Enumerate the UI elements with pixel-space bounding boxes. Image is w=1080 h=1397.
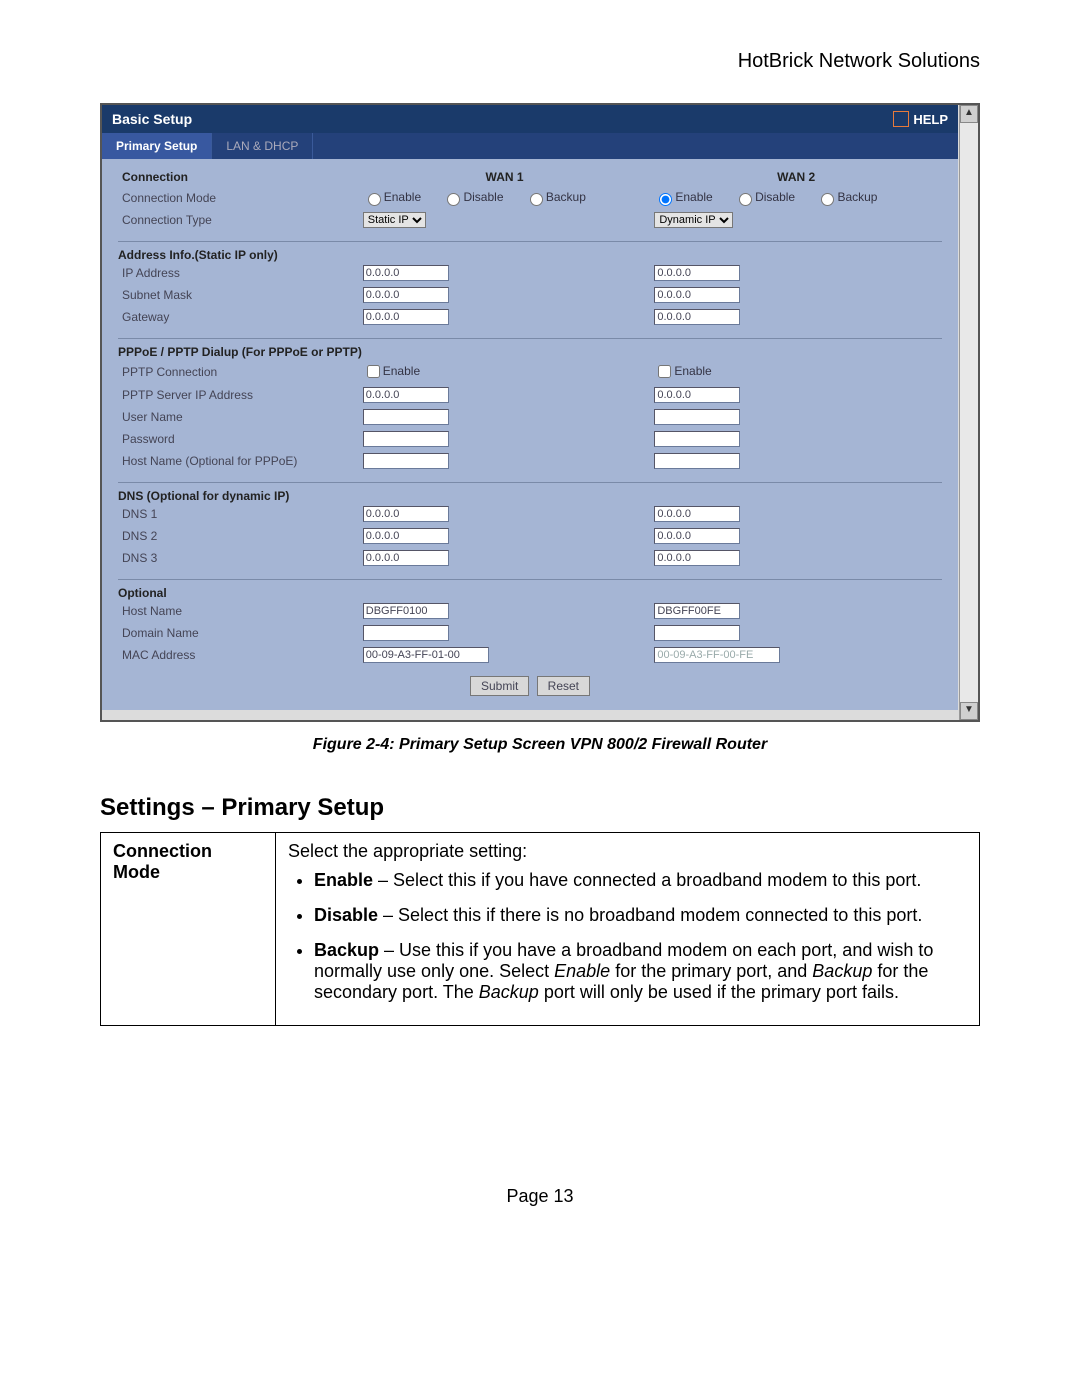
wan1-subnet-input[interactable] [363, 287, 449, 303]
label-pptp-conn: PPTP Connection [118, 359, 359, 384]
wan2-dns2-input[interactable] [654, 528, 740, 544]
wan2-dns1-input[interactable] [654, 506, 740, 522]
label-hostopt: Host Name (Optional for PPPoE) [118, 450, 359, 472]
settings-key: Connection Mode [101, 833, 276, 1026]
wan2-pass-input[interactable] [654, 431, 740, 447]
list-item: Disable – Select this if there is no bro… [314, 905, 967, 926]
label-ip-address: IP Address [118, 262, 359, 284]
wan2-ip-input[interactable] [654, 265, 740, 281]
wan1-user-input[interactable] [363, 409, 449, 425]
wan2-domain-input[interactable] [654, 625, 740, 641]
wan1-pptp-enable-checkbox[interactable]: Enable [363, 364, 420, 378]
label-gateway: Gateway [118, 306, 359, 328]
wan1-disable-radio[interactable]: Disable [442, 190, 503, 204]
wan1-enable-radio[interactable]: Enable [363, 190, 421, 204]
wan1-dns1-input[interactable] [363, 506, 449, 522]
wan2-hostopt-input[interactable] [654, 453, 740, 469]
settings-table: Connection Mode Select the appropriate s… [100, 832, 980, 1026]
header-wan2: WAN 2 [650, 167, 942, 187]
header-connection: Connection [118, 167, 359, 187]
wan2-gateway-input[interactable] [654, 309, 740, 325]
wan2-conn-type-select[interactable]: Dynamic IP [654, 212, 733, 228]
wan1-pass-input[interactable] [363, 431, 449, 447]
list-item: Enable – Select this if you have connect… [314, 870, 967, 891]
figure-caption: Figure 2-4: Primary Setup Screen VPN 800… [100, 736, 980, 754]
scroll-down-icon[interactable]: ▼ [960, 702, 978, 720]
wan2-user-input[interactable] [654, 409, 740, 425]
label-dns1: DNS 1 [118, 503, 359, 525]
section-address-info: Address Info.(Static IP only) [118, 241, 942, 262]
wan2-disable-radio[interactable]: Disable [734, 190, 795, 204]
section-dns: DNS (Optional for dynamic IP) [118, 482, 942, 503]
label-subnet: Subnet Mask [118, 284, 359, 306]
tab-bar: Primary Setup LAN & DHCP [102, 133, 958, 159]
wan1-hostname-input[interactable] [363, 603, 449, 619]
wan2-backup-radio[interactable]: Backup [816, 190, 877, 204]
wan2-pptp-enable-checkbox[interactable]: Enable [654, 364, 711, 378]
label-user: User Name [118, 406, 359, 428]
header-wan1: WAN 1 [359, 167, 651, 187]
settings-value-cell: Select the appropriate setting: Enable –… [276, 833, 980, 1026]
wan1-hostopt-input[interactable] [363, 453, 449, 469]
label-pass: Password [118, 428, 359, 450]
reset-button[interactable]: Reset [537, 676, 590, 696]
settings-heading: Settings – Primary Setup [100, 794, 980, 822]
help-label: HELP [913, 112, 948, 127]
tab-lan-dhcp[interactable]: LAN & DHCP [212, 133, 313, 159]
wan1-domain-input[interactable] [363, 625, 449, 641]
wan1-dns2-input[interactable] [363, 528, 449, 544]
panel-title: Basic Setup [112, 111, 192, 127]
wan2-enable-radio[interactable]: Enable [654, 190, 712, 204]
label-pptp-server: PPTP Server IP Address [118, 384, 359, 406]
tab-primary-setup[interactable]: Primary Setup [102, 133, 212, 159]
wan1-mac-input[interactable] [363, 647, 489, 663]
label-connection-type: Connection Type [118, 209, 359, 231]
label-connection-mode: Connection Mode [118, 187, 359, 209]
help-link[interactable]: HELP [893, 111, 948, 127]
wan1-ip-input[interactable] [363, 265, 449, 281]
wan1-pptp-server-input[interactable] [363, 387, 449, 403]
wan2-dns3-input[interactable] [654, 550, 740, 566]
settings-intro: Select the appropriate setting: [288, 841, 527, 861]
wan1-gateway-input[interactable] [363, 309, 449, 325]
wan2-subnet-input[interactable] [654, 287, 740, 303]
section-optional: Optional [118, 579, 942, 600]
help-icon [893, 111, 909, 127]
label-domain: Domain Name [118, 622, 359, 644]
wan2-mac-input[interactable] [654, 647, 780, 663]
scroll-up-icon[interactable]: ▲ [960, 105, 978, 123]
router-screenshot: ▲ ▼ Basic Setup HELP Primary Setup LAN &… [100, 103, 980, 722]
label-mac: MAC Address [118, 644, 359, 666]
wan2-pptp-server-input[interactable] [654, 387, 740, 403]
wan1-backup-radio[interactable]: Backup [525, 190, 586, 204]
label-hostname: Host Name [118, 600, 359, 622]
list-item: Backup – Use this if you have a broadban… [314, 940, 967, 1003]
submit-button[interactable]: Submit [470, 676, 529, 696]
label-dns2: DNS 2 [118, 525, 359, 547]
doc-header: HotBrick Network Solutions [100, 50, 980, 73]
section-pppoe: PPPoE / PPTP Dialup (For PPPoE or PPTP) [118, 338, 942, 359]
page-footer: Page 13 [100, 1186, 980, 1207]
scrollbar[interactable]: ▲ ▼ [959, 105, 978, 720]
label-dns3: DNS 3 [118, 547, 359, 569]
wan1-conn-type-select[interactable]: Static IP [363, 212, 426, 228]
wan1-dns3-input[interactable] [363, 550, 449, 566]
wan2-hostname-input[interactable] [654, 603, 740, 619]
